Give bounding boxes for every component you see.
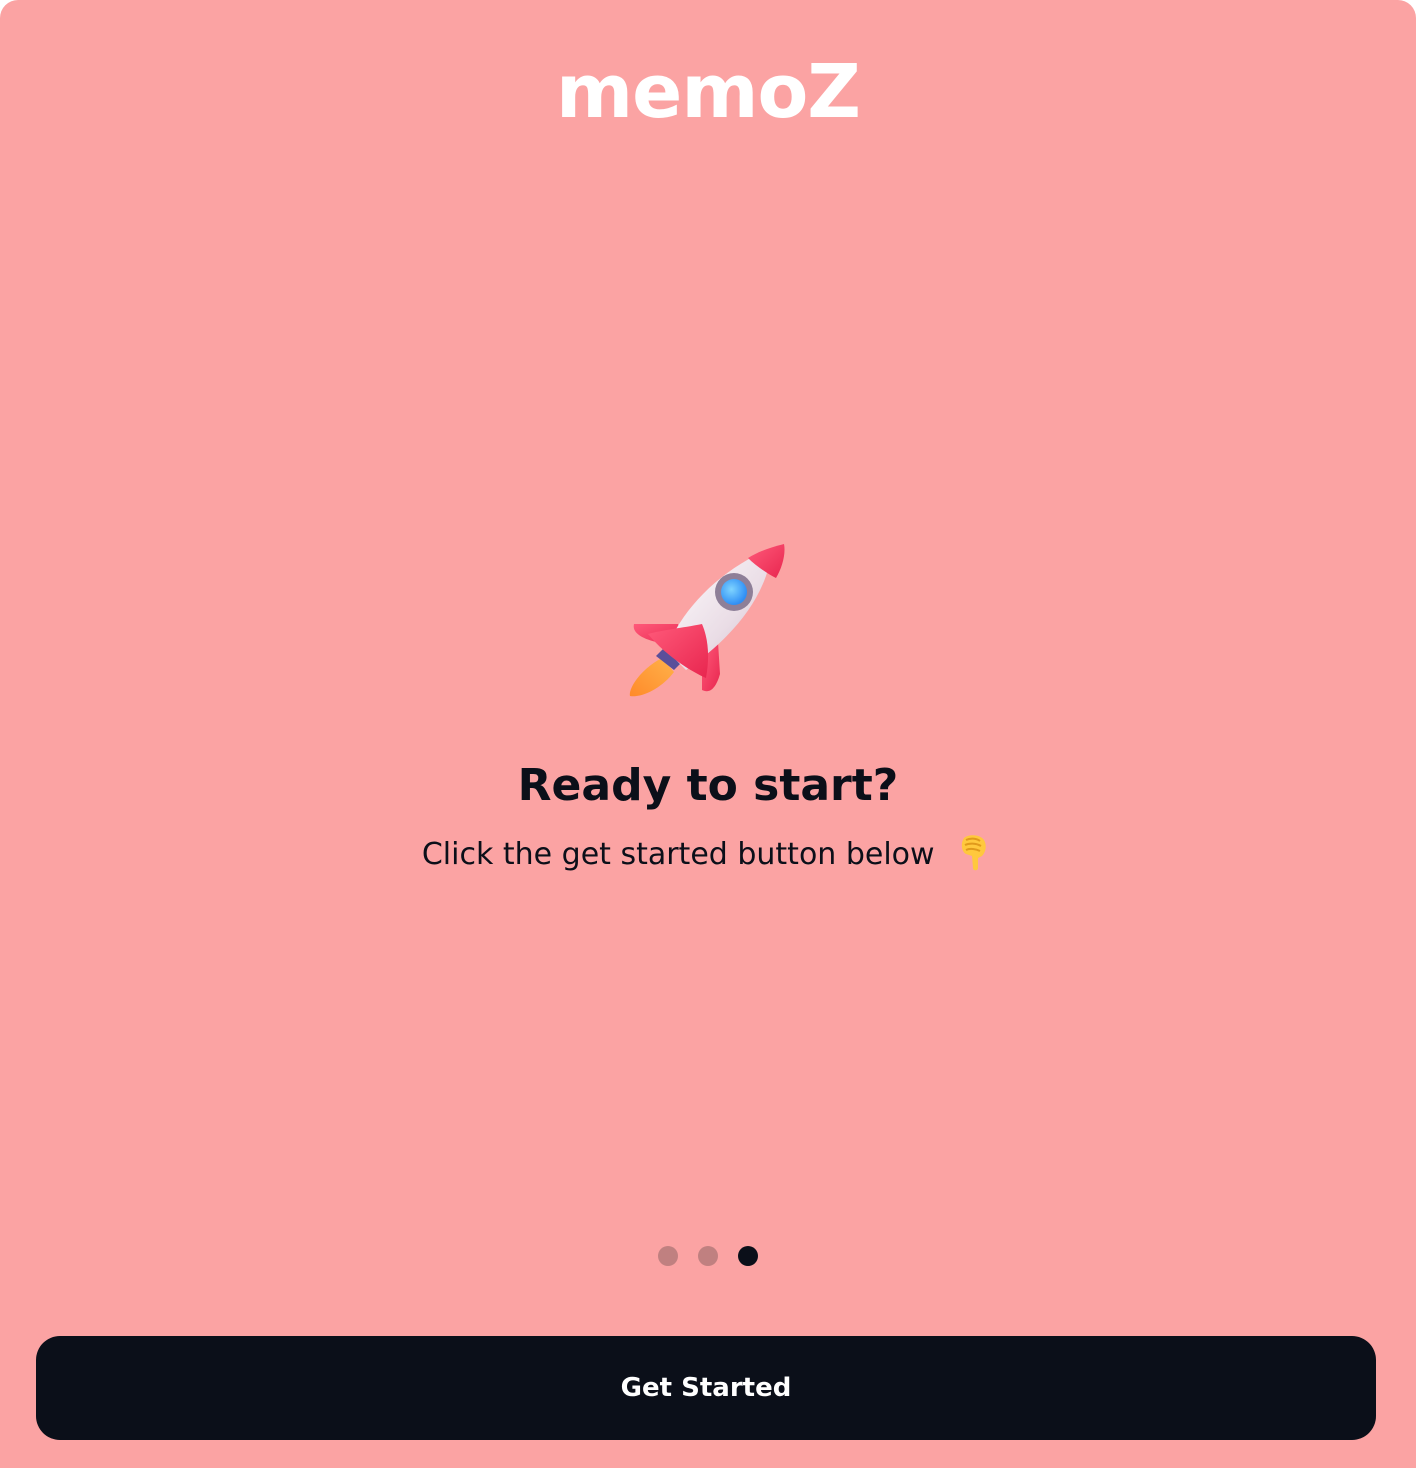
pagination-dot-2[interactable]	[698, 1246, 718, 1266]
onboarding-screen: memoZ Ready to start? Click the get star…	[0, 0, 1416, 1468]
rocket-icon	[629, 544, 785, 697]
onboarding-title: Ready to start?	[517, 760, 899, 811]
onboarding-subtitle: Click the get started button below	[421, 837, 935, 872]
pagination-dots	[0, 1246, 1416, 1266]
pointing-down-hand-icon	[961, 834, 986, 870]
onboarding-subtitle-row: Click the get started button below	[0, 834, 1416, 876]
pagination-dot-3-active[interactable]	[738, 1246, 758, 1266]
pagination-dot-1[interactable]	[658, 1246, 678, 1266]
app-logo: memoZ	[556, 49, 861, 135]
get-started-button[interactable]: Get Started	[36, 1336, 1376, 1440]
